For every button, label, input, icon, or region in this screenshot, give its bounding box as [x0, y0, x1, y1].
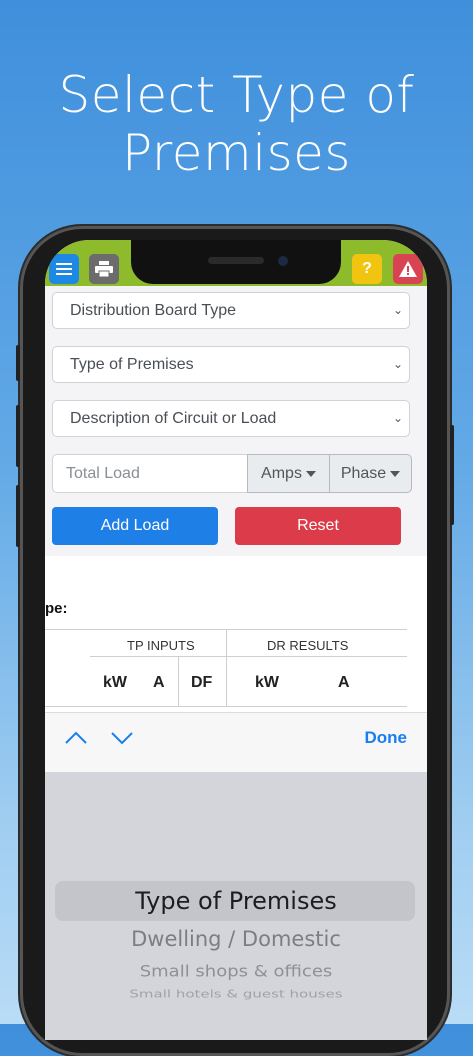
chevron-up-icon — [65, 731, 87, 744]
done-button[interactable]: Done — [365, 728, 408, 748]
volume-up-button — [16, 405, 20, 467]
volume-down-button — [16, 485, 20, 547]
table-divider — [178, 657, 179, 706]
help-label: ? — [362, 260, 372, 277]
picker-option[interactable]: Small hotels & guest houses — [45, 988, 427, 1001]
menu-button[interactable] — [49, 254, 79, 284]
print-button[interactable] — [89, 254, 119, 284]
headline-line-1: Select Type of — [58, 66, 415, 124]
amps-label: Amps — [261, 465, 302, 482]
dr-results-header: DR RESULTS — [267, 638, 349, 653]
phase-label: Phase — [340, 465, 387, 482]
total-load-input[interactable]: Total Load — [52, 454, 248, 493]
tp-df-column: DF — [191, 674, 213, 691]
speaker-grille — [208, 257, 264, 264]
warning-triangle-icon — [399, 261, 417, 277]
tp-inputs-header: TP INPUTS — [127, 638, 195, 653]
power-button — [450, 425, 454, 525]
distribution-board-value: Distribution Board Type — [70, 302, 237, 319]
distribution-board-select[interactable]: Distribution Board Type ⌄ — [52, 292, 410, 329]
help-button[interactable]: ? — [352, 254, 382, 284]
description-select[interactable]: Description of Circuit or Load ⌄ — [52, 400, 410, 437]
total-load-group: Total Load Amps Phase — [52, 454, 412, 493]
tp-amps-column: A — [153, 674, 165, 691]
type-label: pe: — [45, 600, 68, 617]
caret-down-icon — [390, 470, 401, 477]
chevron-down-icon — [111, 732, 133, 745]
headline-line-2: Premises — [122, 124, 351, 182]
chevron-down-icon: ⌄ — [392, 411, 403, 425]
tp-kw-column: kW — [103, 674, 127, 691]
picker-option[interactable]: Dwelling / Domestic — [45, 927, 427, 951]
load-form: Distribution Board Type ⌄ Type of Premis… — [45, 286, 427, 556]
caret-down-icon — [305, 470, 316, 477]
mute-switch — [16, 345, 20, 381]
dr-kw-column: kW — [255, 674, 279, 691]
total-load-placeholder: Total Load — [66, 465, 140, 482]
next-field-button[interactable] — [109, 727, 135, 749]
description-value: Description of Circuit or Load — [70, 410, 277, 427]
keyboard-accessory-bar: Done — [45, 712, 427, 773]
table-divider — [226, 630, 227, 706]
table-divider — [90, 656, 407, 657]
amps-dropdown[interactable]: Amps — [247, 454, 330, 493]
chevron-down-icon: ⌄ — [392, 357, 403, 371]
dr-amps-column: A — [338, 674, 350, 691]
type-of-premises-select[interactable]: Type of Premises ⌄ — [52, 346, 410, 383]
headline: Select Type of Premises — [0, 66, 473, 182]
warning-button[interactable] — [393, 254, 423, 284]
picker-option[interactable]: Small shops & offices — [45, 962, 427, 981]
front-camera — [278, 256, 288, 266]
premises-picker[interactable]: Type of Premises Dwelling / Domestic Sma… — [45, 772, 427, 1040]
type-of-premises-value: Type of Premises — [70, 356, 194, 373]
table-divider — [45, 706, 407, 707]
picker-option[interactable]: Type of Premises — [45, 887, 427, 915]
phase-dropdown[interactable]: Phase — [329, 454, 412, 493]
previous-field-button[interactable] — [63, 727, 89, 749]
printer-icon — [95, 261, 113, 277]
hamburger-menu-icon — [56, 263, 72, 275]
reset-button[interactable]: Reset — [235, 507, 401, 545]
phone-screen: ? Distribution Board Type ⌄ Type of Prem… — [45, 240, 427, 1040]
chevron-down-icon: ⌄ — [392, 303, 403, 317]
add-load-button[interactable]: Add Load — [52, 507, 218, 545]
